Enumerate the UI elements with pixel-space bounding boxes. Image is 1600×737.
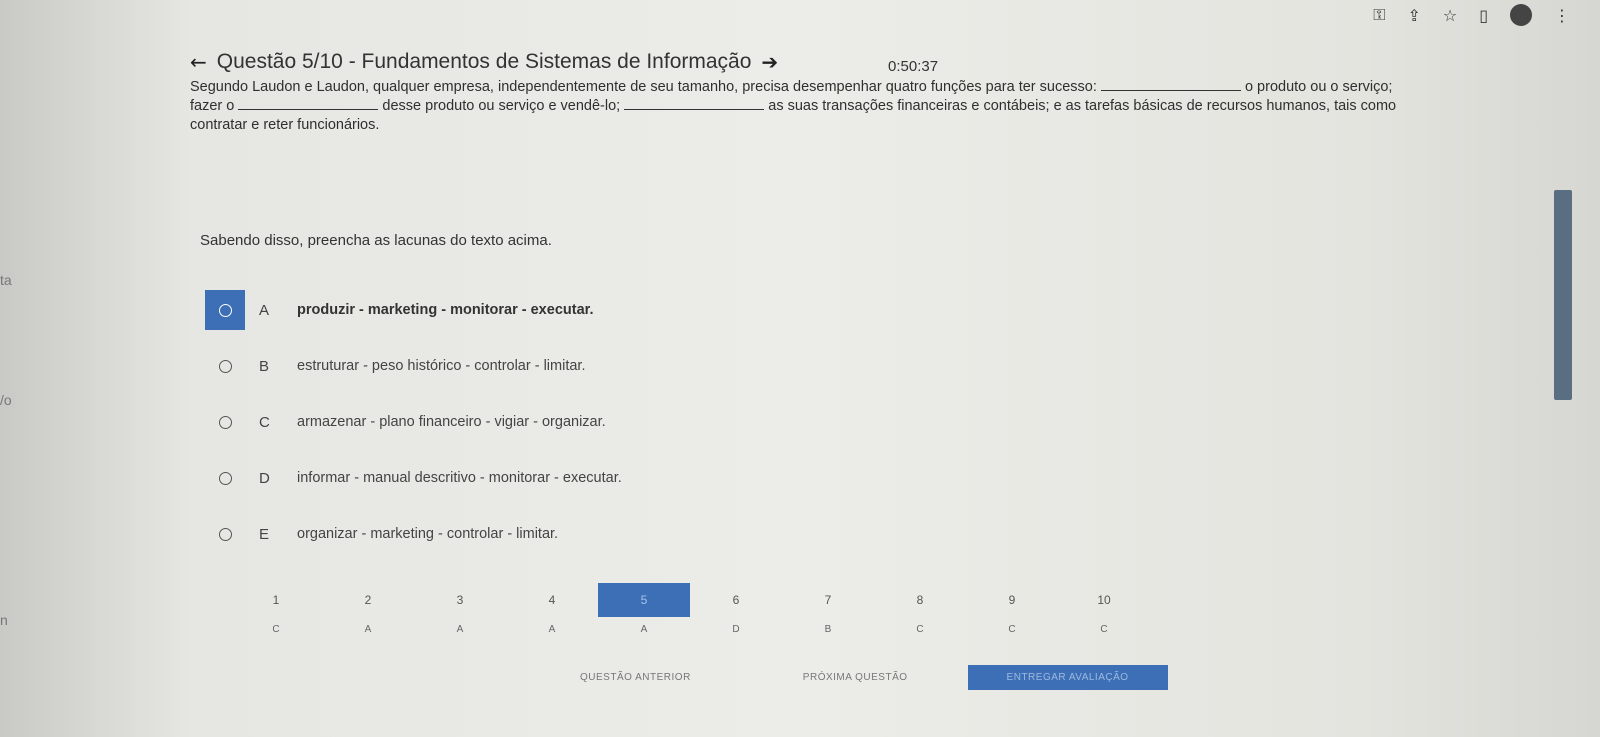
radio-box[interactable] xyxy=(205,458,245,498)
nav-numbers-row: 1 2 3 4 5 6 7 8 9 10 xyxy=(230,583,1150,617)
nav-question-1[interactable]: 1 xyxy=(230,583,322,617)
nav-question-3[interactable]: 3 xyxy=(414,583,506,617)
nav-answer: A xyxy=(456,623,464,635)
option-letter: B xyxy=(259,357,270,375)
star-icon[interactable]: ☆ xyxy=(1443,6,1457,25)
next-question-button[interactable]: PRÓXIMA QUESTÃO xyxy=(803,672,908,683)
left-edge-text: /o xyxy=(0,392,12,408)
question-fragment: fazer o xyxy=(190,98,235,114)
nav-answers-row: C A A A A D B C C C xyxy=(230,617,1150,641)
previous-question-button[interactable]: QUESTÃO ANTERIOR xyxy=(580,672,691,683)
nav-answer: B xyxy=(824,623,832,635)
option-c[interactable]: C armazenar - plano financeiro - vigiar … xyxy=(205,394,622,450)
footer-actions: QUESTÃO ANTERIOR PRÓXIMA QUESTÃO ENTREGA… xyxy=(580,665,1168,690)
nav-question-9[interactable]: 9 xyxy=(966,583,1058,617)
radio-icon[interactable] xyxy=(218,359,232,373)
left-edge-text: n xyxy=(0,612,8,628)
share-icon[interactable]: ⇪ xyxy=(1407,6,1420,25)
tab-icon[interactable]: ▯ xyxy=(1479,6,1488,25)
radio-box[interactable] xyxy=(205,290,245,330)
nav-answer: C xyxy=(1008,623,1016,635)
option-b[interactable]: B estruturar - peso histórico - controla… xyxy=(205,338,622,394)
key-icon[interactable]: ⚿ xyxy=(1373,5,1385,25)
blank-1 xyxy=(1100,78,1241,91)
nav-answer: A xyxy=(640,623,648,635)
option-letter: D xyxy=(259,469,270,487)
question-title-row: ← Questão 5/10 - Fundamentos de Sistemas… xyxy=(190,50,778,74)
blank-2 xyxy=(238,97,379,110)
radio-icon[interactable] xyxy=(218,527,232,541)
radio-icon[interactable] xyxy=(218,303,232,317)
browser-toolbar: ⚿ ⇪ ☆ ▯ ⋮ xyxy=(1373,0,1570,30)
nav-question-10[interactable]: 10 xyxy=(1058,583,1150,617)
option-letter: C xyxy=(259,413,270,431)
arrow-left-icon[interactable]: ← xyxy=(190,50,207,74)
option-letter: E xyxy=(259,525,270,543)
left-edge-text: ta xyxy=(0,272,12,288)
option-text: armazenar - plano financeiro - vigiar - … xyxy=(297,414,606,430)
question-fragment: contratar e reter funcionários. xyxy=(190,117,380,133)
question-fragment: o produto ou o serviço; xyxy=(1244,79,1393,95)
question-title: Questão 5/10 - Fundamentos de Sistemas d… xyxy=(216,50,752,73)
option-letter: A xyxy=(259,301,270,319)
option-text: produzir - marketing - monitorar - execu… xyxy=(297,302,594,318)
radio-box[interactable] xyxy=(205,346,245,386)
nav-answer: A xyxy=(548,623,556,635)
blank-3 xyxy=(624,97,765,110)
nav-question-2[interactable]: 2 xyxy=(322,583,414,617)
nav-question-5[interactable]: 5 xyxy=(598,583,690,617)
question-fragment: as suas transações financeiras e contábe… xyxy=(768,98,1397,114)
option-text: informar - manual descritivo - monitorar… xyxy=(297,470,622,486)
screen: ⚿ ⇪ ☆ ▯ ⋮ ta /o n 0:50:37 ← Questão 5/10… xyxy=(0,0,1600,737)
radio-box[interactable] xyxy=(205,514,245,554)
question-prompt: Sabendo disso, preencha as lacunas do te… xyxy=(200,232,552,249)
submit-exam-button[interactable]: ENTREGAR AVALIAÇÃO xyxy=(967,665,1168,690)
options-list: A produzir - marketing - monitorar - exe… xyxy=(205,282,622,562)
option-e[interactable]: E organizar - marketing - controlar - li… xyxy=(205,506,622,562)
option-a[interactable]: A produzir - marketing - monitorar - exe… xyxy=(205,282,622,338)
nav-answer: C xyxy=(1100,623,1108,635)
radio-icon[interactable] xyxy=(218,415,232,429)
option-d[interactable]: D informar - manual descritivo - monitor… xyxy=(205,450,622,506)
option-text: organizar - marketing - controlar - limi… xyxy=(297,526,559,542)
menu-icon[interactable]: ⋮ xyxy=(1554,6,1570,25)
nav-answer: C xyxy=(272,623,280,635)
radio-icon[interactable] xyxy=(218,471,232,485)
nav-answer: C xyxy=(916,623,924,635)
question-fragment: desse produto ou serviço e vendê-lo; xyxy=(382,98,621,114)
radio-box[interactable] xyxy=(205,402,245,442)
question-line1: Segundo Laudon e Laudon, qualquer empres… xyxy=(190,79,1097,95)
option-text: estruturar - peso histórico - controlar … xyxy=(297,358,586,374)
avatar-icon[interactable] xyxy=(1510,4,1532,26)
nav-answer: D xyxy=(732,623,740,635)
question-navigator: 1 2 3 4 5 6 7 8 9 10 C A A A A D B C C C xyxy=(230,583,1150,641)
nav-answer: A xyxy=(364,623,372,635)
nav-question-7[interactable]: 7 xyxy=(782,583,874,617)
scrollbar[interactable] xyxy=(1554,190,1572,400)
timer: 0:50:37 xyxy=(888,58,939,75)
nav-question-4[interactable]: 4 xyxy=(506,583,598,617)
arrow-right-icon[interactable]: ➔ xyxy=(761,50,778,74)
question-text: Segundo Laudon e Laudon, qualquer empres… xyxy=(190,78,1550,135)
nav-question-8[interactable]: 8 xyxy=(874,583,966,617)
nav-question-6[interactable]: 6 xyxy=(690,583,782,617)
